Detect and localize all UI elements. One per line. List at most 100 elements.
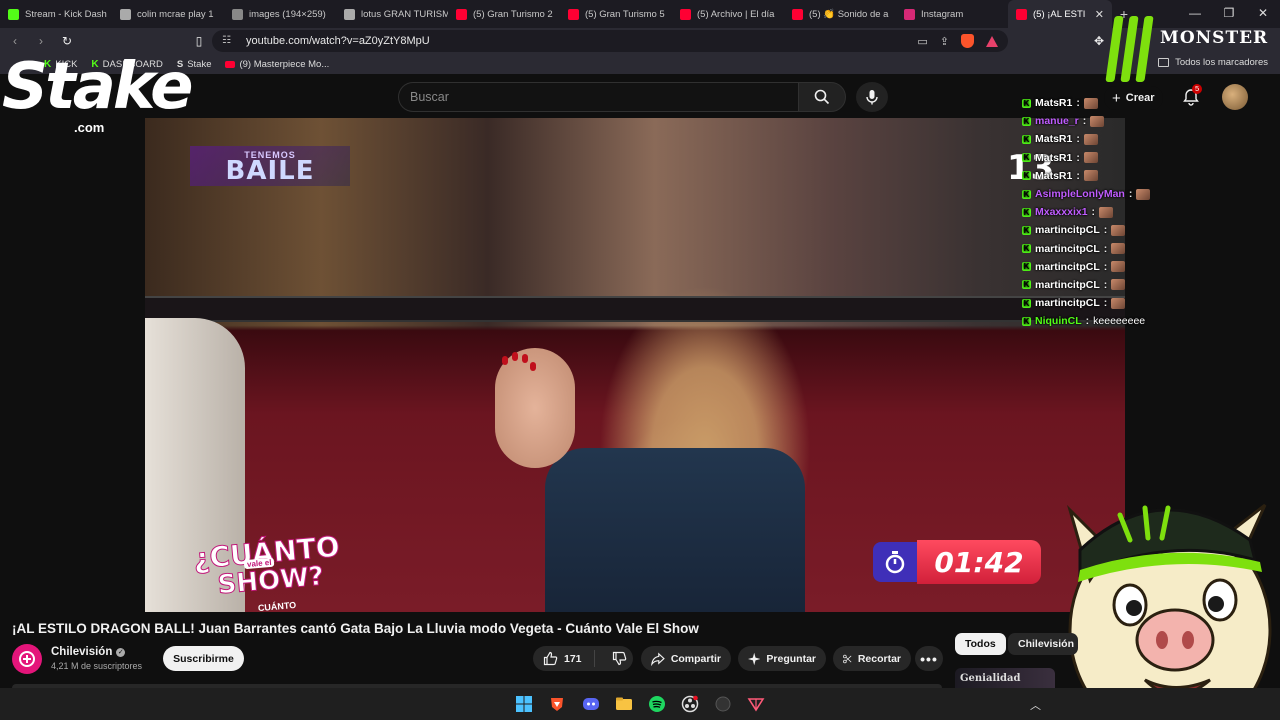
- bookmarks-bar: K KICK K DASHBOARD S Stake (9) Masterpiece Mo.…: [0, 54, 1280, 74]
- browser-tab[interactable]: (5) ¡AL ESTI ✕: [1008, 0, 1112, 28]
- obs-icon[interactable]: [681, 695, 699, 713]
- channel-name[interactable]: Chilevisión ✓: [51, 646, 126, 658]
- ask-label: Preguntar: [766, 652, 816, 665]
- windows-start-icon[interactable]: [515, 695, 533, 713]
- youtube-icon: [225, 60, 236, 68]
- cast-icon[interactable]: ▭: [917, 35, 927, 48]
- chat-message: KmartincitpCL:: [1022, 276, 1182, 294]
- ask-button[interactable]: Preguntar: [738, 646, 826, 671]
- bookmark-item[interactable]: (9) Masterpiece Mo...: [225, 59, 329, 70]
- program-logo-big: BAILE: [225, 156, 315, 186]
- account-avatar[interactable]: [1222, 84, 1248, 110]
- program-logo-baile: TENEMOS BAILE: [190, 146, 350, 186]
- nails-shape: [500, 350, 540, 390]
- browser-tab[interactable]: (5) 👏 Sonido de a: [784, 0, 896, 28]
- kick-badge-icon: K: [1022, 280, 1031, 290]
- browser-tab[interactable]: (5) Gran Turismo 5: [560, 0, 672, 28]
- chat-emote-icon: [1111, 297, 1126, 309]
- browser-tab[interactable]: lotus GRAN TURISM: [336, 0, 448, 28]
- kick-badge-icon: K: [1022, 171, 1031, 181]
- video-player[interactable]: TENEMOS BAILE ¿CUÁNTO vale el SHOW? CUÁN…: [145, 118, 1125, 612]
- cat-mascot-overlay: [1066, 503, 1272, 720]
- chat-emote-icon: [1111, 261, 1126, 273]
- share-button[interactable]: Compartir: [641, 646, 731, 671]
- browser-toolbar: ‹ › ↻ ▯ ☷ youtube.com/watch?v=aZ0yZtY8Mp…: [0, 28, 1280, 54]
- tab-label: colin mcrae play 1: [137, 8, 214, 20]
- chat-separator: :: [1076, 97, 1080, 110]
- reload-button[interactable]: ↻: [56, 30, 78, 52]
- address-bar[interactable]: ☷ youtube.com/watch?v=aZ0yZtY8MpU ▭ ⇪: [212, 30, 1008, 52]
- browser-tab[interactable]: Stream - Kick Dash: [0, 0, 112, 28]
- stopwatch-icon-box: [873, 542, 917, 582]
- kick-badge-icon: K: [1022, 134, 1031, 144]
- related-video-thumbnail[interactable]: Genialidad: [955, 668, 1055, 688]
- brave-rewards-icon[interactable]: [986, 35, 998, 47]
- dress-shape: [545, 448, 805, 612]
- system-tray-chevron-icon[interactable]: ︿: [1030, 697, 1041, 713]
- app-icon-triangle[interactable]: [747, 695, 765, 713]
- share-label: Compartir: [670, 652, 721, 665]
- tab-label: (5) Gran Turismo 2: [473, 8, 553, 20]
- chat-emote-icon: [1083, 152, 1098, 164]
- tab-close-icon[interactable]: ✕: [1095, 8, 1104, 21]
- stopwatch-icon: [885, 551, 905, 574]
- dislike-button[interactable]: [601, 651, 627, 666]
- forward-arrow-icon: ›: [39, 34, 43, 48]
- file-explorer-icon[interactable]: [615, 695, 633, 713]
- chat-message: KmartincitpCL:: [1022, 294, 1182, 312]
- tab-favicon-icon: [456, 8, 467, 20]
- chip-todos[interactable]: Todos: [955, 633, 1006, 655]
- chat-separator: :: [1103, 224, 1108, 237]
- browser-tab[interactable]: (5) Gran Turismo 2: [448, 0, 560, 28]
- chat-emote-icon: [1090, 115, 1105, 127]
- puzzle-icon: ✥: [1093, 34, 1105, 48]
- browser-tab[interactable]: images (194×259): [224, 0, 336, 28]
- kick-badge-icon: K: [1022, 225, 1031, 235]
- chip-channel[interactable]: Chilevisión: [1008, 633, 1078, 655]
- more-actions-button[interactable]: •••: [915, 646, 943, 671]
- chat-message: K MatsR1:: [1022, 94, 1182, 112]
- forward-button[interactable]: ›: [30, 30, 52, 52]
- bookmark-button[interactable]: ▯: [188, 30, 210, 52]
- back-button[interactable]: ‹: [4, 30, 26, 52]
- search-input[interactable]: Buscar: [398, 82, 798, 112]
- kick-badge-icon: K: [1022, 262, 1031, 272]
- chat-message: K NiquinCL: keeeeeeee: [1022, 312, 1182, 330]
- chat-emote-icon: [1111, 279, 1126, 291]
- browser-tab[interactable]: colin mcrae play 1: [112, 0, 224, 28]
- timer-value: 01:42: [917, 540, 1041, 584]
- tab-label: Instagram: [921, 8, 964, 20]
- chat-message: K MatsR1:: [1022, 167, 1182, 185]
- kick-badge-icon: K: [1022, 153, 1031, 163]
- discord-icon[interactable]: [582, 695, 600, 713]
- site-settings-icon[interactable]: ☷: [222, 35, 234, 47]
- app-icon-dark[interactable]: [714, 695, 732, 713]
- tab-label: (5) Gran Turismo 5: [585, 8, 665, 20]
- back-arrow-icon: ‹: [13, 34, 17, 48]
- tab-favicon-icon: [120, 8, 131, 20]
- chat-message: K AsimpleLonlyMan:: [1022, 185, 1182, 203]
- bookmark-label: (9) Masterpiece Mo...: [239, 58, 330, 70]
- share-page-icon[interactable]: ⇪: [940, 35, 949, 48]
- spotify-icon[interactable]: [648, 695, 666, 713]
- chat-message: K Mxaxxxix1:: [1022, 203, 1182, 221]
- subscribe-button[interactable]: Suscribirme: [163, 646, 244, 671]
- tab-label: (5) Archivo | El día: [697, 8, 775, 20]
- voice-search-button[interactable]: [856, 82, 888, 112]
- tab-label: (5) 👏 Sonido de a: [809, 8, 889, 20]
- channel-avatar[interactable]: [12, 644, 42, 674]
- search-button[interactable]: [798, 82, 846, 112]
- chat-username: martincitpCL: [1035, 278, 1100, 291]
- chat-emote-icon: [1136, 188, 1151, 200]
- brave-shield-icon[interactable]: [961, 34, 974, 48]
- browser-tab[interactable]: (5) Archivo | El día: [672, 0, 784, 28]
- chat-emote-icon: [1083, 170, 1098, 182]
- like-button[interactable]: 171: [533, 650, 595, 667]
- clip-button[interactable]: Recortar: [833, 646, 911, 671]
- stake-logo-com: .com: [74, 120, 105, 135]
- tab-favicon-icon: [232, 8, 243, 20]
- chilevision-logo-icon: [19, 651, 35, 667]
- brave-browser-icon[interactable]: [548, 695, 566, 713]
- browser-tab[interactable]: Instagram: [896, 0, 1008, 28]
- chat-username: manue_r: [1035, 115, 1079, 128]
